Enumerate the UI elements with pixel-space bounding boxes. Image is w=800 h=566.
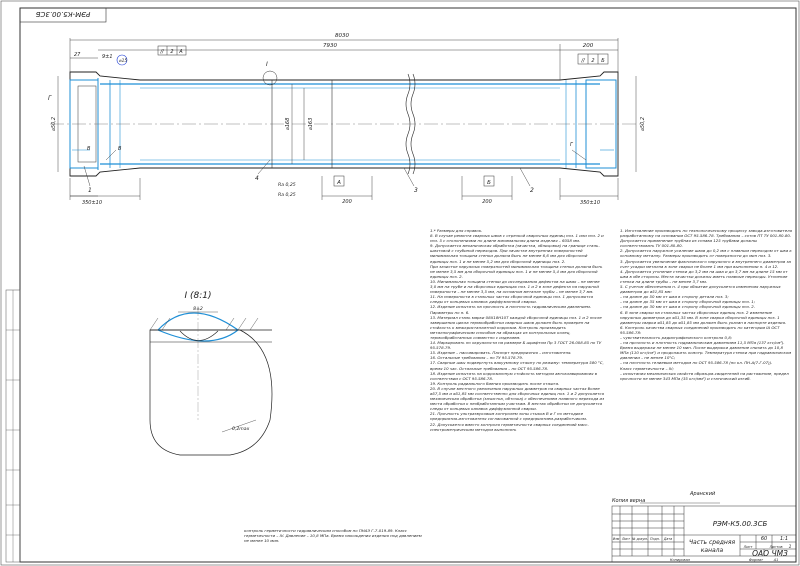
tb-sheet-col: Лист	[621, 537, 630, 541]
tb-designation: РЭМ-К5.00.3СБ	[713, 520, 768, 528]
tb-doc-no: № докум.	[631, 537, 648, 541]
dim-left-bottom: 350±10	[82, 200, 102, 206]
tb-company: ОАО ЧМЗ	[752, 549, 788, 558]
detail-dim: 8±2	[193, 306, 203, 312]
tb-copied: Копировал	[670, 558, 691, 562]
dim-50-left: ⌀50,2	[51, 117, 57, 131]
tol2-ref: Б	[601, 58, 605, 64]
tol2-sym: //	[580, 58, 586, 64]
tb-sign: Подп.	[650, 537, 660, 541]
detail-view	[149, 306, 273, 456]
top-designation: РЭМ-К5.00.3СБ	[36, 10, 91, 18]
roughness-b: Ra 0,25	[278, 192, 296, 198]
tol1-val: 2	[170, 49, 173, 55]
dim-200-b: 200	[482, 199, 492, 205]
dim-163: ⌀163	[308, 118, 314, 131]
copy-signature: Аранский	[689, 491, 716, 497]
label-g2: Г	[570, 142, 574, 148]
drawing-sheet: РЭМ-К5.00.3СБ 8030 7930 200 27 9±1 ⌀15 3…	[0, 0, 800, 566]
tb-name-1: Часть средняя	[689, 539, 736, 546]
tb-sheets-count: 1	[789, 544, 792, 550]
dim-mid: 7930	[323, 43, 337, 49]
tb-format-label: Формат	[749, 558, 764, 562]
pos-3: 3	[414, 187, 418, 194]
notes-bottom: контроль герметичности гидравлическим сп…	[244, 528, 422, 544]
tb-format-value: А1	[773, 558, 779, 562]
dim-50-right: ⌀50,2	[640, 117, 646, 131]
dim-right-bottom: 350±10	[580, 200, 600, 206]
label-v2: В	[118, 146, 122, 152]
label-b: Б	[487, 180, 491, 186]
roughness-a: Ra 0,25	[278, 182, 296, 188]
notes-column-2: 1. Изготовление производить по технологи…	[620, 228, 792, 381]
detail-small: 0,2max	[232, 426, 250, 432]
dim-200-a: 200	[342, 199, 352, 205]
tb-mass: 60	[761, 536, 767, 542]
label-g: Г	[48, 95, 52, 102]
dim-27: 27	[74, 52, 81, 58]
tol1-ref: А	[178, 49, 183, 55]
detail-label: I (8:1)	[184, 291, 211, 301]
dim-9: 9±1	[102, 54, 113, 60]
tb-sheet-label: Лист	[743, 545, 754, 549]
tb-sheets-label: Листов	[768, 545, 782, 549]
dim-15: ⌀15	[119, 58, 127, 64]
dim-total: 8030	[335, 33, 349, 39]
dim-right: 200	[583, 43, 594, 49]
label-i: I	[266, 61, 268, 68]
label-v1: В	[87, 146, 91, 152]
tb-change: Изм	[613, 537, 620, 541]
tb-date: Дата	[663, 537, 672, 541]
tb-scale: 1:1	[780, 536, 788, 542]
pos-4: 4	[255, 175, 259, 182]
pos-2: 2	[530, 187, 534, 194]
pipe-view	[50, 70, 640, 177]
label-a: А	[336, 180, 341, 186]
pos-1: 1	[88, 187, 92, 194]
tol2-val: 2	[591, 58, 594, 64]
tb-name-2: канала	[701, 547, 724, 554]
notes-column-1: 1.* Размеры для справок. 8. В случае рем…	[430, 228, 605, 432]
dim-168: ⌀168	[285, 118, 291, 131]
dimensions	[57, 38, 637, 200]
